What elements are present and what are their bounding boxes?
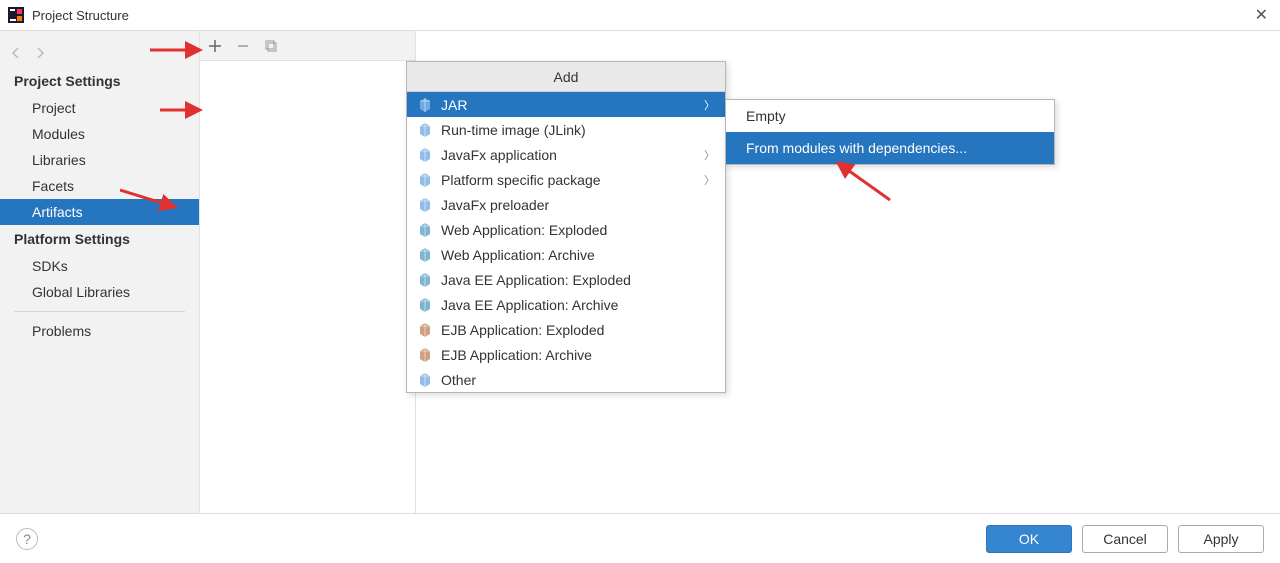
menu-item-platform-specific-package[interactable]: Platform specific package〉 xyxy=(407,167,725,192)
sidebar-item-global-libraries[interactable]: Global Libraries xyxy=(0,279,199,305)
content-area: Add JAR〉Run-time image (JLink)JavaFx app… xyxy=(200,31,1280,513)
menu-item-label: JavaFx preloader xyxy=(441,197,715,213)
menu-item-label: JAR xyxy=(441,97,704,113)
menu-title: Add xyxy=(407,62,725,92)
artifact-type-icon xyxy=(417,272,433,288)
menu-item-label: JavaFx application xyxy=(441,147,704,163)
menu-item-label: Platform specific package xyxy=(441,172,704,188)
menu-item-label: Run-time image (JLink) xyxy=(441,122,715,138)
artifact-type-icon xyxy=(417,197,433,213)
sidebar-item-project[interactable]: Project xyxy=(0,95,199,121)
artifact-type-icon xyxy=(417,222,433,238)
section-platform-settings: Platform Settings xyxy=(0,225,199,253)
copy-icon[interactable] xyxy=(264,39,278,53)
artifact-type-icon xyxy=(417,297,433,313)
divider xyxy=(14,311,185,312)
menu-item-other[interactable]: Other xyxy=(407,367,725,392)
ok-button[interactable]: OK xyxy=(986,525,1072,553)
submenu-item-empty[interactable]: Empty xyxy=(726,100,1054,132)
footer: ? OK Cancel Apply xyxy=(0,513,1280,563)
menu-item-web-application-exploded[interactable]: Web Application: Exploded xyxy=(407,217,725,242)
sidebar-item-facets[interactable]: Facets xyxy=(0,173,199,199)
window-title: Project Structure xyxy=(32,8,129,23)
artifact-type-icon xyxy=(417,347,433,363)
menu-item-run-time-image-jlink-[interactable]: Run-time image (JLink) xyxy=(407,117,725,142)
menu-item-web-application-archive[interactable]: Web Application: Archive xyxy=(407,242,725,267)
apply-button[interactable]: Apply xyxy=(1178,525,1264,553)
add-icon[interactable] xyxy=(208,39,222,53)
back-icon[interactable] xyxy=(8,45,24,61)
close-icon[interactable]: ✕ xyxy=(1251,5,1272,25)
menu-item-label: Other xyxy=(441,372,715,388)
sidebar-item-libraries[interactable]: Libraries xyxy=(0,147,199,173)
section-project-settings: Project Settings xyxy=(0,67,199,95)
menu-item-label: Java EE Application: Exploded xyxy=(441,272,715,288)
submenu-item-from-modules-with-dependencies[interactable]: From modules with dependencies... xyxy=(726,132,1054,164)
sidebar-item-modules[interactable]: Modules xyxy=(0,121,199,147)
menu-item-ejb-application-exploded[interactable]: EJB Application: Exploded xyxy=(407,317,725,342)
artifact-type-icon xyxy=(417,172,433,188)
menu-item-jar[interactable]: JAR〉 xyxy=(407,92,725,117)
chevron-right-icon: 〉 xyxy=(704,147,715,163)
menu-item-javafx-application[interactable]: JavaFx application〉 xyxy=(407,142,725,167)
menu-item-ejb-application-archive[interactable]: EJB Application: Archive xyxy=(407,342,725,367)
jar-submenu: EmptyFrom modules with dependencies... xyxy=(725,99,1055,165)
artifacts-toolbar xyxy=(200,31,416,61)
menu-item-label: Web Application: Exploded xyxy=(441,222,715,238)
sidebar-item-sdks[interactable]: SDKs xyxy=(0,253,199,279)
menu-item-label: EJB Application: Exploded xyxy=(441,322,715,338)
add-menu: Add JAR〉Run-time image (JLink)JavaFx app… xyxy=(406,61,726,393)
menu-item-java-ee-application-exploded[interactable]: Java EE Application: Exploded xyxy=(407,267,725,292)
help-icon[interactable]: ? xyxy=(16,528,38,550)
artifact-type-icon xyxy=(417,122,433,138)
sidebar-item-artifacts[interactable]: Artifacts xyxy=(0,199,199,225)
chevron-right-icon: 〉 xyxy=(704,172,715,188)
cancel-button[interactable]: Cancel xyxy=(1082,525,1168,553)
nav-arrows xyxy=(0,39,199,67)
chevron-right-icon: 〉 xyxy=(704,97,715,113)
forward-icon[interactable] xyxy=(32,45,48,61)
menu-item-javafx-preloader[interactable]: JavaFx preloader xyxy=(407,192,725,217)
menu-item-label: Web Application: Archive xyxy=(441,247,715,263)
artifact-type-icon xyxy=(417,97,433,113)
menu-item-label: EJB Application: Archive xyxy=(441,347,715,363)
intellij-icon xyxy=(8,7,24,23)
sidebar-item-problems[interactable]: Problems xyxy=(0,318,199,344)
menu-item-java-ee-application-archive[interactable]: Java EE Application: Archive xyxy=(407,292,725,317)
artifact-type-icon xyxy=(417,372,433,388)
remove-icon[interactable] xyxy=(236,39,250,53)
artifact-type-icon xyxy=(417,147,433,163)
artifact-type-icon xyxy=(417,322,433,338)
titlebar: Project Structure ✕ xyxy=(0,0,1280,30)
artifacts-list xyxy=(200,61,416,514)
artifact-type-icon xyxy=(417,247,433,263)
sidebar: Project Settings Project Modules Librari… xyxy=(0,31,200,513)
menu-item-label: Java EE Application: Archive xyxy=(441,297,715,313)
